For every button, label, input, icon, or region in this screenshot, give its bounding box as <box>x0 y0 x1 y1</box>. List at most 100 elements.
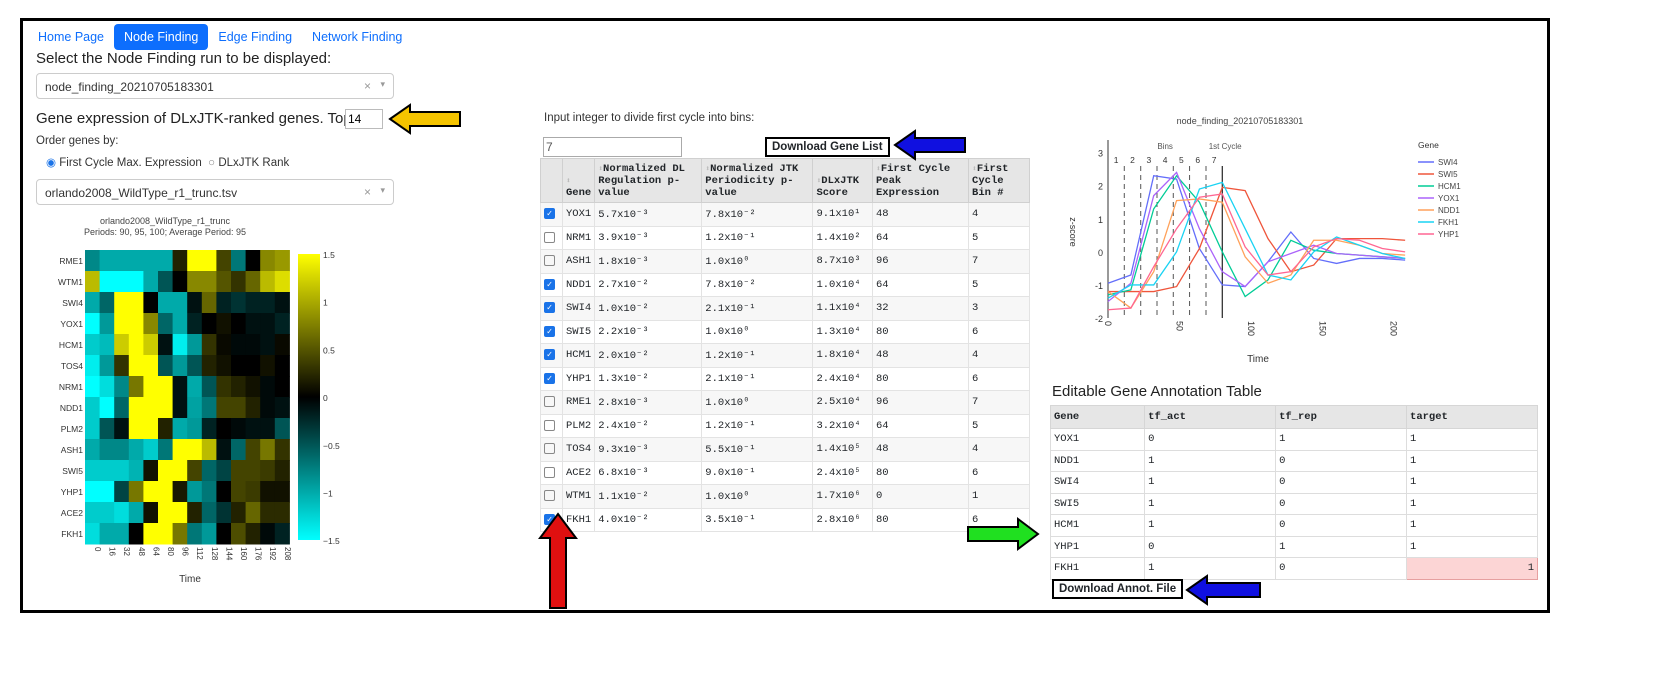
legend-title: Gene <box>1418 140 1439 150</box>
annotation-cell[interactable]: 0 <box>1275 449 1408 472</box>
heatmap-cell <box>201 271 217 293</box>
tab-home-page[interactable]: Home Page <box>28 24 114 50</box>
heatmap-cell <box>245 292 261 314</box>
row-checkbox[interactable]: ✓ <box>544 372 555 384</box>
annotation-cell[interactable]: 1 <box>1406 557 1538 580</box>
annotation-cell[interactable]: 0 <box>1275 471 1408 494</box>
series-line-hcm1 <box>1107 174 1406 298</box>
tab-node-finding[interactable]: Node Finding <box>114 24 209 50</box>
annotation-cell[interactable]: 1 <box>1406 514 1538 537</box>
column-header[interactable]: ⬍First Cycle Peak Expression <box>871 158 970 203</box>
row-checkbox[interactable] <box>544 419 555 431</box>
column-header[interactable]: ⬍Normalized DL Regulation p-value <box>594 158 703 203</box>
row-checkbox[interactable]: ✓ <box>544 349 555 361</box>
heatmap-cell <box>245 271 261 293</box>
row-checkbox[interactable]: ✓ <box>544 325 555 337</box>
annotation-cell[interactable]: 0 <box>1275 557 1408 580</box>
heatmap-cell <box>172 355 188 377</box>
heatmap-x-label: Time <box>179 574 201 585</box>
cell-jtk: 1.2x10⁻¹ <box>701 413 814 438</box>
heatmap-cell <box>274 376 290 398</box>
cell-peak: 0 <box>871 484 970 509</box>
heatmap-row-label: NRM1 <box>59 382 83 392</box>
annotation-cell[interactable]: 1 <box>1275 535 1408 558</box>
annotation-cell[interactable]: 1 <box>1406 428 1538 451</box>
annotation-cell[interactable]: 1 <box>1406 449 1538 472</box>
row-checkbox[interactable]: ✓ <box>544 302 555 314</box>
heatmap-cell <box>231 502 247 524</box>
cell-peak: 96 <box>871 249 970 274</box>
radio-first-cycle[interactable]: ◉ <box>46 157 56 169</box>
heatmap-cell <box>245 523 261 545</box>
row-checkbox[interactable]: ✓ <box>544 208 555 220</box>
annotation-cell[interactable]: 0 <box>1275 514 1408 537</box>
column-header[interactable]: ⬍DLxJTK Score <box>812 158 873 203</box>
colorbar-tick: 1.5 <box>323 250 335 260</box>
cell-jtk: 2.1x10⁻¹ <box>701 366 814 391</box>
heatmap-cell <box>172 481 188 503</box>
sort-icon[interactable]: ⬍ <box>566 177 571 186</box>
row-checkbox[interactable] <box>544 490 555 502</box>
heatmap-cell <box>187 376 203 398</box>
x-tick: 0 <box>1103 321 1113 326</box>
clear-icon[interactable]: × <box>364 79 371 93</box>
heatmap-x-tick: 32 <box>122 547 131 556</box>
cell-dl: 1.0x10⁻² <box>594 296 703 321</box>
bins-input[interactable] <box>543 137 682 157</box>
heatmap-cell <box>85 313 101 335</box>
cell-peak: 32 <box>871 296 970 321</box>
heatmap-row-label: YHP1 <box>61 487 83 497</box>
table-header-row: ⬍ Gene ⬍Normalized DL Regulation p-value ⬍N… <box>540 158 1030 203</box>
annotation-cell[interactable]: 1 <box>1406 492 1538 515</box>
heatmap-cell <box>158 292 174 314</box>
row-checkbox[interactable]: ✓ <box>544 278 555 290</box>
bin-label: 1 <box>1114 155 1119 165</box>
annotation-cell[interactable]: 1 <box>1144 449 1277 472</box>
annotation-cell[interactable]: 0 <box>1144 535 1277 558</box>
cell-gene: TOS4 <box>561 437 596 462</box>
tab-edge-finding[interactable]: Edge Finding <box>208 24 302 50</box>
heatmap-cell <box>99 334 115 356</box>
cell-dl: 6.8x10⁻³ <box>594 460 703 485</box>
chevron-down-icon[interactable]: ▾ <box>380 185 385 196</box>
file-select[interactable]: orlando2008_WildType_r1_trunc.tsv × ▾ <box>36 179 394 205</box>
legend-item: YOX1 <box>1438 194 1460 203</box>
column-header[interactable]: ⬍First Cycle Bin # <box>968 158 1030 203</box>
cell-jtk: 7.8x10⁻² <box>701 272 814 297</box>
annotation-cell[interactable]: 1 <box>1406 471 1538 494</box>
row-checkbox[interactable] <box>544 466 555 478</box>
download-annot-file-button[interactable]: Download Annot. File <box>1052 579 1184 599</box>
row-checkbox[interactable] <box>544 443 555 455</box>
cell-dl: 4.0x10⁻² <box>594 507 703 532</box>
annotation-cell[interactable]: 1 <box>1144 514 1277 537</box>
annotation-cell[interactable]: 1 <box>1275 428 1408 451</box>
column-header[interactable]: ⬍ Gene <box>561 158 596 203</box>
heatmap-cell <box>128 523 144 545</box>
clear-icon[interactable]: × <box>364 185 371 199</box>
cell-peak: 48 <box>871 343 970 368</box>
row-checkbox[interactable] <box>544 396 555 408</box>
annotation-cell: NDD1 <box>1049 449 1146 472</box>
annotation-cell[interactable]: 0 <box>1275 492 1408 515</box>
heatmap-cell <box>274 292 290 314</box>
annotation-table: Gene tf_act tf_rep target YOX1 0 1 1 NDD1 1 0 1 SWI4… <box>1049 405 1538 580</box>
tab-network-finding[interactable]: Network Finding <box>302 24 412 50</box>
annotation-cell[interactable]: 1 <box>1406 535 1538 558</box>
cell-score: 9.1x10¹ <box>812 202 873 227</box>
heatmap-cell <box>201 523 217 545</box>
row-checkbox[interactable] <box>544 231 555 243</box>
column-header[interactable]: ⬍Normalized JTK Periodicity p-value <box>701 158 814 203</box>
chevron-down-icon[interactable]: ▾ <box>380 79 385 90</box>
annotation-cell: YHP1 <box>1049 535 1146 558</box>
annotation-cell[interactable]: 1 <box>1144 471 1277 494</box>
row-checkbox[interactable] <box>544 255 555 267</box>
heatmap-x-tick: 192 <box>268 547 277 561</box>
annotation-cell[interactable]: 0 <box>1144 428 1277 451</box>
radio-dlxjtk[interactable]: ○ <box>208 157 215 169</box>
cell-jtk: 7.8x10⁻² <box>701 202 814 227</box>
top-n-input[interactable] <box>345 109 383 129</box>
annotation-cell[interactable]: 1 <box>1144 492 1277 515</box>
run-select[interactable]: node_finding_20210705183301 × ▾ <box>36 73 394 99</box>
download-gene-list-button[interactable]: Download Gene List <box>765 137 890 157</box>
run-select-value: node_finding_20210705183301 <box>45 80 214 94</box>
